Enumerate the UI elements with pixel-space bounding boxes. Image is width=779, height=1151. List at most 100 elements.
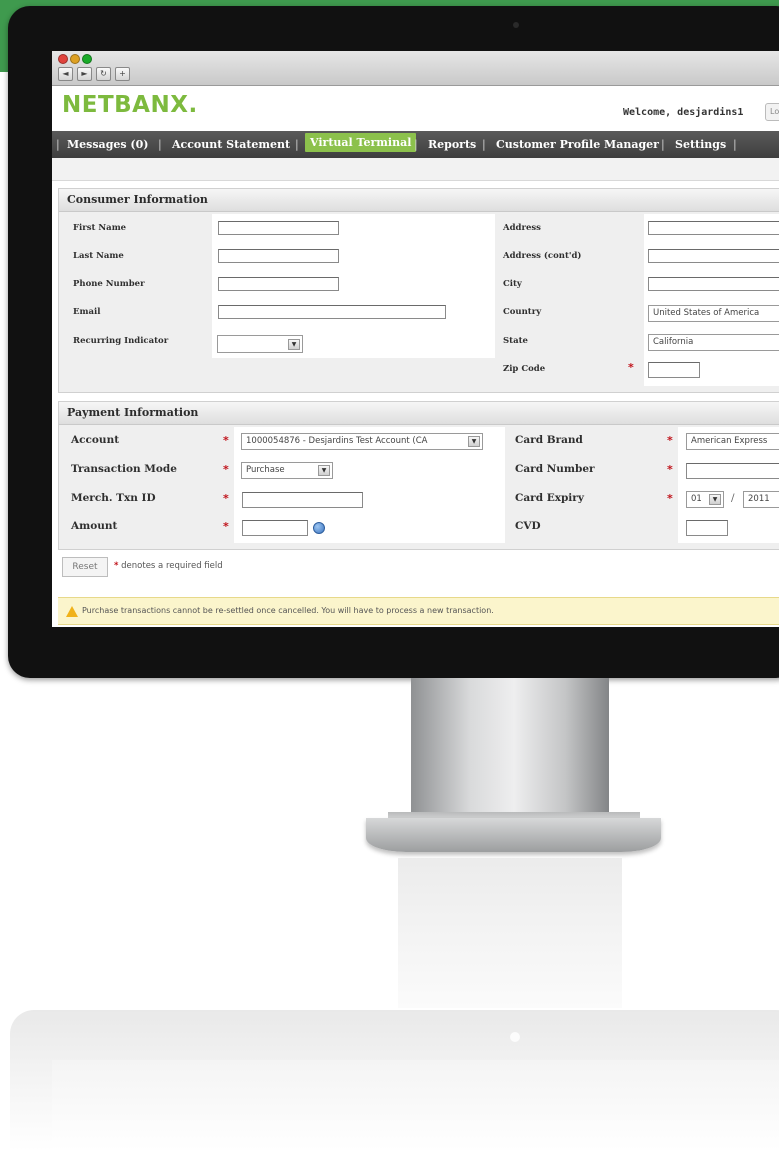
required-marker: * (223, 492, 229, 505)
state-label: State (503, 336, 528, 346)
country-label: Country (503, 307, 542, 317)
camera-reflection (510, 1032, 520, 1042)
required-note-text: denotes a required field (121, 561, 223, 571)
first-name-input[interactable] (218, 221, 339, 235)
phone-number-label: Phone Number (73, 279, 145, 289)
required-marker: * (223, 463, 229, 476)
amount-input[interactable] (242, 520, 308, 536)
main-nav: | Messages (0) | Account Statement | Vir… (52, 131, 779, 158)
stand-reflection (398, 858, 622, 1008)
chevron-down-icon: ▼ (468, 436, 480, 447)
account-value: 1000054876 - Desjardins Test Account (CA (246, 436, 428, 446)
add-tab-button[interactable]: + (115, 67, 130, 81)
warning-icon (66, 606, 78, 617)
card-expiry-year-select[interactable]: 2011 (743, 491, 779, 508)
window-titlebar: ◄ ► ↻ + (52, 51, 779, 86)
address-contd-label: Address (cont'd) (503, 251, 582, 261)
email-label: Email (73, 307, 101, 317)
cvd-input[interactable] (686, 520, 728, 536)
monitor-stand-neck (411, 678, 609, 828)
help-info-icon[interactable] (313, 522, 325, 534)
card-expiry-label: Card Expiry (515, 492, 584, 504)
required-marker: * (628, 361, 634, 374)
phone-number-input[interactable] (218, 277, 339, 291)
amount-label: Amount (71, 520, 118, 532)
logo-text: NETBANX (62, 92, 189, 118)
address-input[interactable] (648, 221, 779, 235)
card-number-label: Card Number (515, 463, 595, 475)
transaction-mode-label: Transaction Mode (71, 463, 177, 475)
payment-information-section: Payment Information Account * 1000054876… (58, 401, 779, 550)
expiry-separator: / (731, 492, 735, 504)
screen-reflection (52, 1060, 779, 1151)
zip-code-input[interactable] (648, 362, 700, 378)
back-button[interactable]: ◄ (58, 67, 73, 81)
logo-dot: . (188, 92, 198, 118)
required-marker: * (223, 434, 229, 447)
first-name-label: First Name (73, 223, 127, 233)
recurring-indicator-select[interactable]: ▼ (217, 335, 303, 353)
forward-button[interactable]: ► (77, 67, 92, 81)
section-title: Consumer Information (59, 189, 779, 212)
minimize-window-icon[interactable] (70, 54, 80, 64)
transaction-mode-select[interactable]: Purchase ▼ (241, 462, 333, 479)
required-marker: * (667, 492, 673, 505)
card-expiry-month-select[interactable]: 01 ▼ (686, 491, 724, 508)
card-brand-select[interactable]: American Express (686, 433, 779, 450)
city-input[interactable] (648, 277, 779, 291)
sub-toolbar (52, 158, 779, 181)
close-window-icon[interactable] (58, 54, 68, 64)
warning-banner: Purchase transactions cannot be re-settl… (58, 597, 779, 625)
chevron-down-icon: ▼ (318, 465, 330, 476)
chevron-down-icon: ▼ (288, 339, 300, 350)
browser-screen: ◄ ► ↻ + NETBANX. Welcome, desjardins1 Lo… (52, 51, 779, 627)
nav-separator: | (482, 138, 486, 151)
cvd-label: CVD (515, 520, 541, 532)
nav-account-statement[interactable]: Account Statement (172, 138, 290, 151)
merch-txn-id-label: Merch. Txn ID (71, 492, 156, 504)
nav-messages[interactable]: Messages (0) (67, 138, 148, 151)
card-expiry-month-value: 01 (691, 494, 702, 504)
state-select[interactable]: California (648, 334, 779, 351)
last-name-label: Last Name (73, 251, 124, 261)
nav-virtual-terminal[interactable]: Virtual Terminal (305, 133, 417, 152)
consumer-fields-right-bg (644, 214, 779, 386)
warning-text: Purchase transactions cannot be re-settl… (82, 606, 494, 615)
address-label: Address (503, 223, 541, 233)
card-brand-label: Card Brand (515, 434, 583, 446)
nav-reports[interactable]: Reports (428, 138, 476, 151)
account-select[interactable]: 1000054876 - Desjardins Test Account (CA… (241, 433, 483, 450)
nav-separator: | (158, 138, 162, 151)
recurring-indicator-label: Recurring Indicator (73, 336, 169, 346)
zoom-window-icon[interactable] (82, 54, 92, 64)
camera-dot (513, 22, 519, 28)
account-label: Account (71, 434, 120, 446)
refresh-button[interactable]: ↻ (96, 67, 111, 81)
required-marker: * (667, 463, 673, 476)
chevron-down-icon: ▼ (709, 494, 721, 505)
address-contd-input[interactable] (648, 249, 779, 263)
zip-code-label: Zip Code (503, 364, 546, 374)
nav-settings[interactable]: Settings (675, 138, 726, 151)
required-marker: * (223, 520, 229, 533)
email-input[interactable] (218, 305, 446, 319)
consumer-information-section: Consumer Information First Name Last Nam… (58, 188, 779, 393)
country-select[interactable]: United States of America (648, 305, 779, 322)
nav-separator: | (733, 138, 737, 151)
required-marker: * (667, 434, 673, 447)
section-title: Payment Information (59, 402, 779, 425)
monitor-stand-base (366, 818, 661, 852)
transaction-mode-value: Purchase (246, 465, 285, 475)
nav-separator: | (661, 138, 665, 151)
required-marker: * (114, 561, 119, 571)
app-header: NETBANX. Welcome, desjardins1 Lo (52, 86, 779, 130)
netbanx-logo: NETBANX. (62, 92, 198, 118)
reset-button[interactable]: Reset (62, 557, 108, 577)
nav-customer-profile-manager[interactable]: Customer Profile Manager (496, 138, 659, 151)
nav-separator: | (414, 138, 418, 151)
nav-separator: | (295, 138, 299, 151)
logout-button[interactable]: Lo (765, 103, 779, 121)
card-number-input[interactable] (686, 463, 779, 479)
last-name-input[interactable] (218, 249, 339, 263)
merch-txn-id-input[interactable] (242, 492, 363, 508)
